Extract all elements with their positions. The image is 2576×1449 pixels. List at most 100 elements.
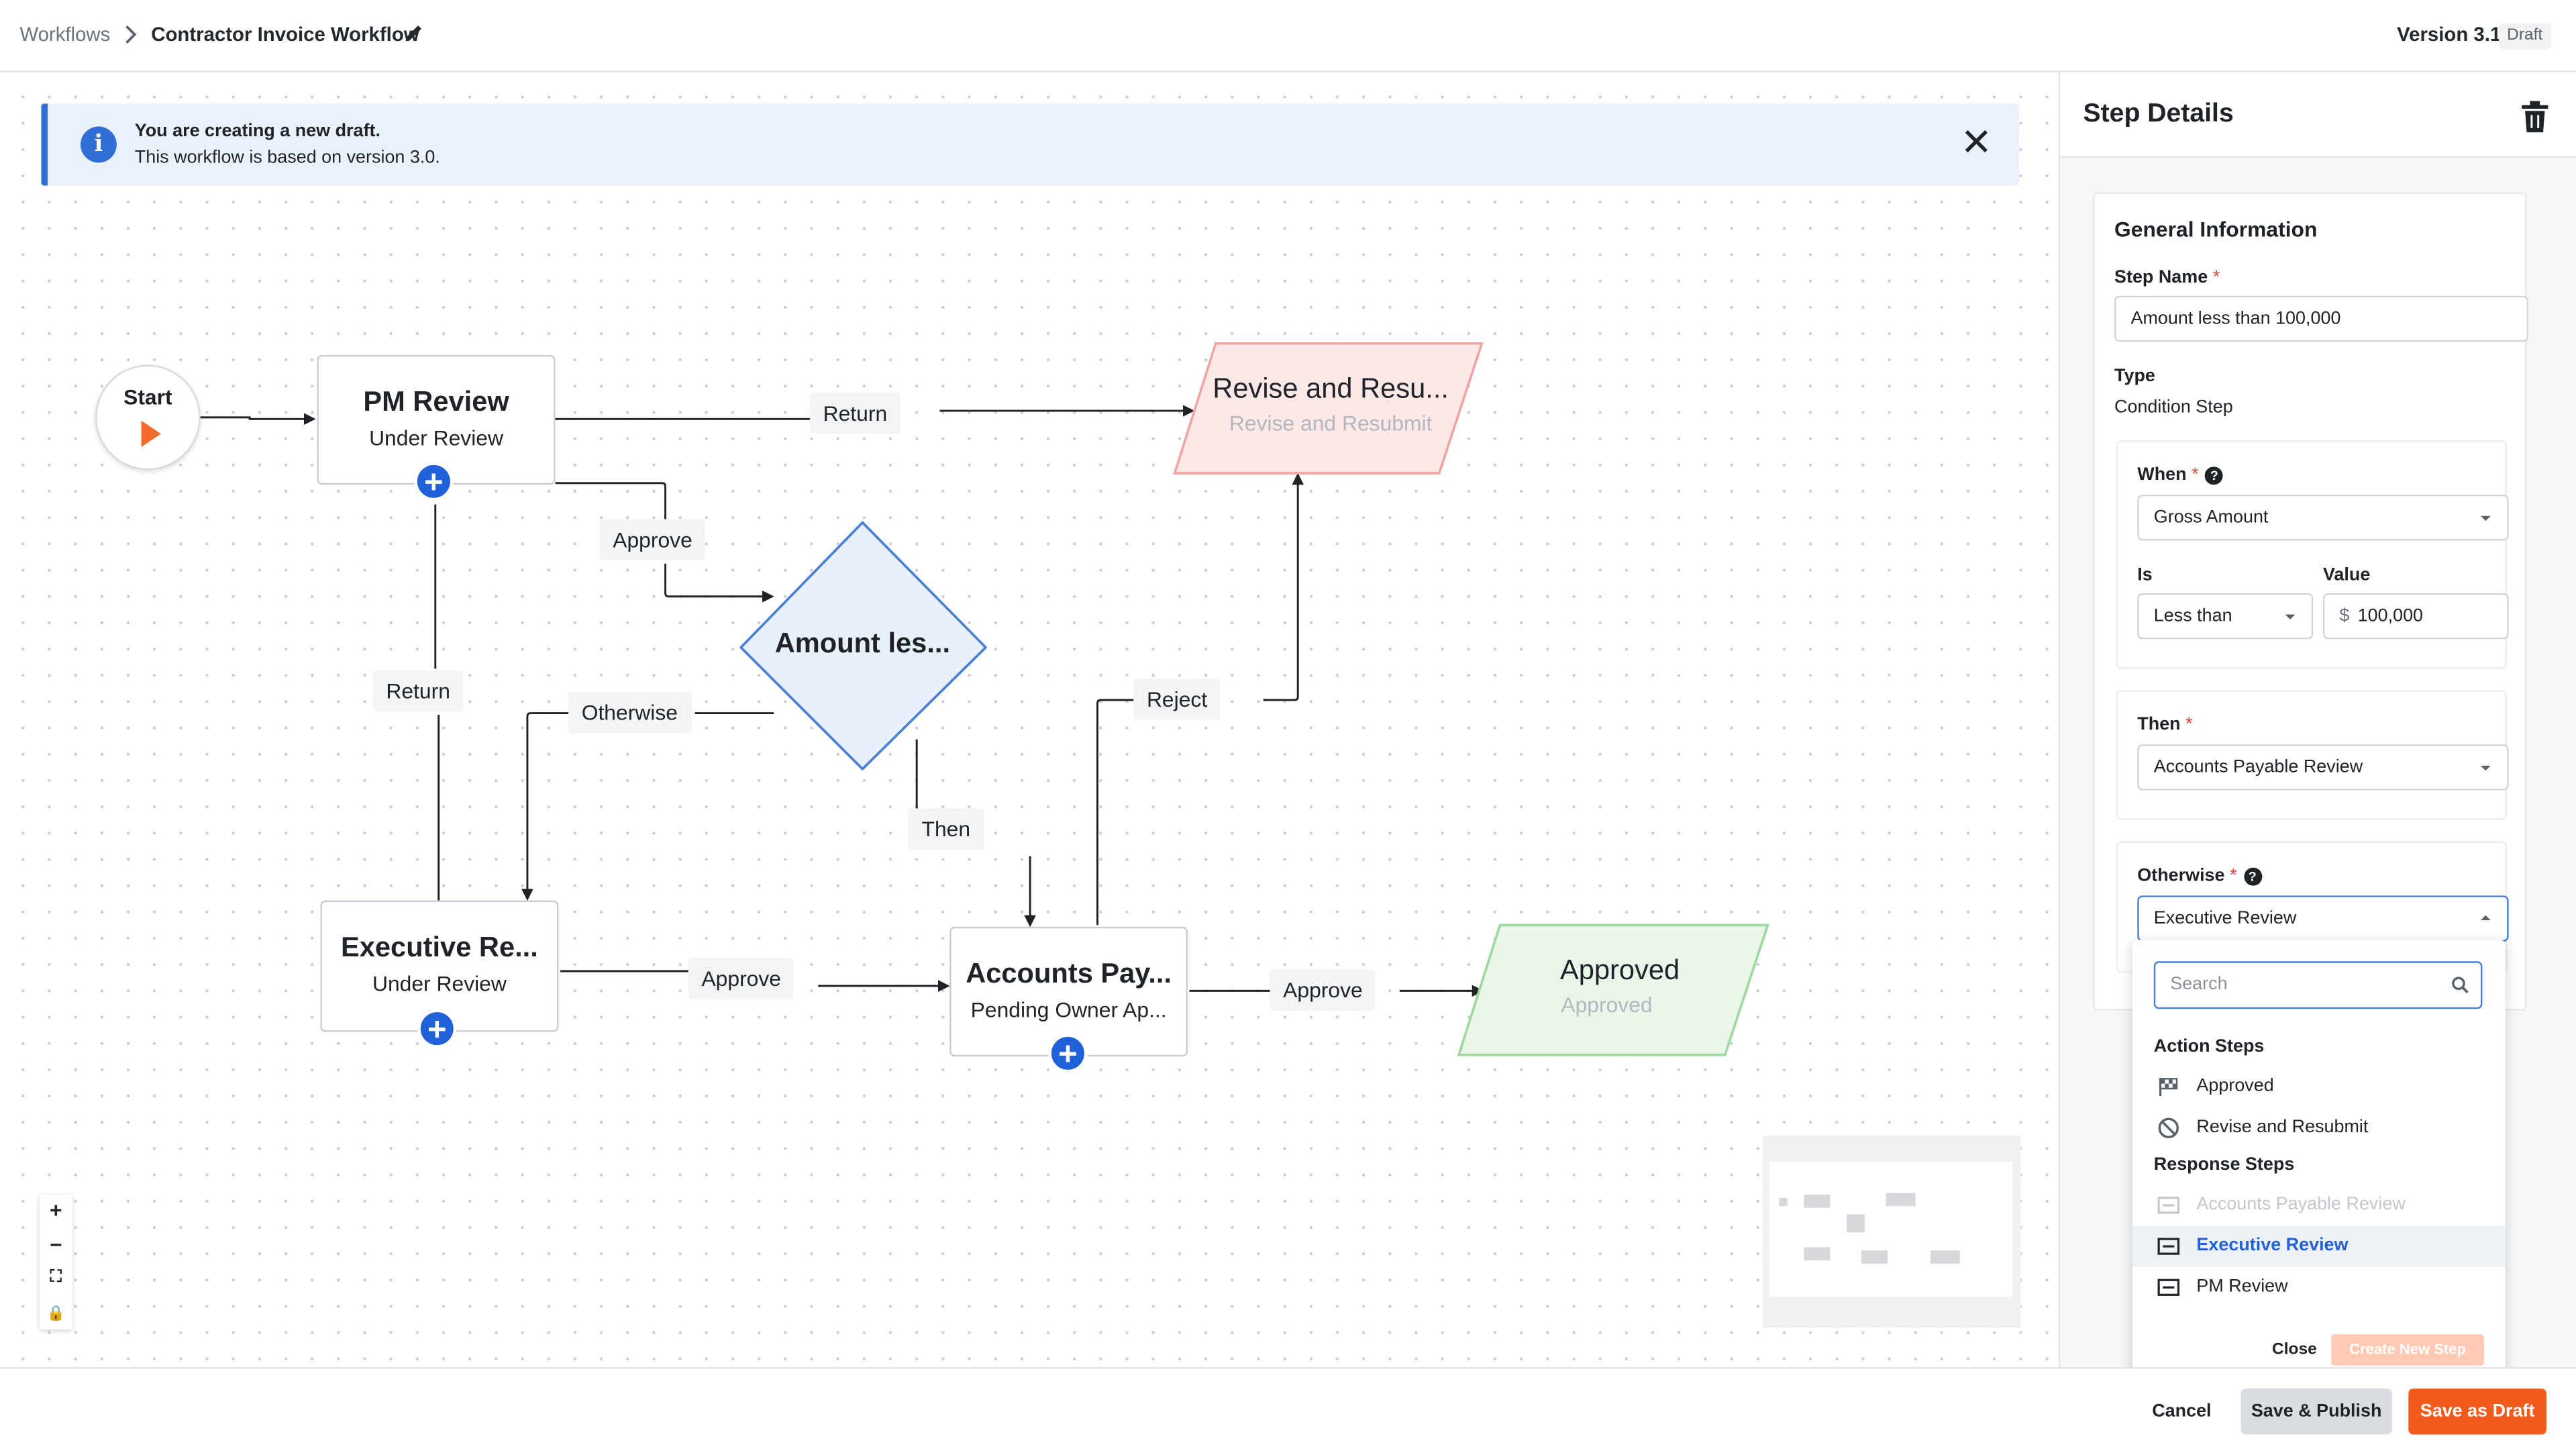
- node-status: Under Review: [369, 426, 503, 450]
- label-text: Step Name: [2114, 268, 2208, 288]
- pencil-icon[interactable]: [404, 23, 423, 42]
- node-title: PM Review: [363, 386, 509, 417]
- type-value: Condition Step: [2114, 397, 2233, 417]
- currency-prefix: $: [2339, 606, 2350, 626]
- chevron-right-icon: [125, 25, 137, 44]
- dropdown-search-input[interactable]: Search: [2153, 961, 2483, 1009]
- value-input[interactable]: $100,000: [2322, 593, 2509, 640]
- label-text: When: [2137, 464, 2187, 485]
- card-icon: [2157, 1238, 2180, 1255]
- flag-icon: [2159, 1078, 2178, 1097]
- panel-header: Step Details: [2060, 72, 2576, 158]
- add-step-plus-icon[interactable]: +: [417, 1009, 457, 1049]
- add-step-plus-icon[interactable]: +: [413, 461, 454, 501]
- required-mark: *: [2185, 715, 2193, 735]
- start-label: Start: [123, 384, 172, 409]
- step-name-input[interactable]: Amount less than 100,000: [2114, 295, 2528, 342]
- option-label: Approved: [2196, 1076, 2274, 1097]
- node-title: Approved: [1559, 954, 1680, 987]
- lock-icon[interactable]: 🔒: [40, 1296, 72, 1330]
- minimap-node: [1804, 1247, 1831, 1260]
- minimap-viewport: [1769, 1161, 2013, 1297]
- help-icon[interactable]: ?: [2243, 867, 2262, 886]
- input-value: 100,000: [2357, 606, 2424, 626]
- save-and-publish-button[interactable]: Save & Publish: [2240, 1388, 2392, 1435]
- edge-layer: [200, 342, 1769, 1056]
- minimap-node: [1779, 1197, 1788, 1207]
- add-step-plus-icon[interactable]: +: [1048, 1034, 1088, 1073]
- search-placeholder: Search: [2170, 974, 2228, 995]
- required-mark: *: [2192, 464, 2199, 485]
- option-executive-review[interactable]: Executive Review: [2132, 1226, 2506, 1267]
- help-icon[interactable]: ?: [2205, 466, 2224, 485]
- required-mark: *: [2230, 866, 2237, 886]
- create-new-step-button[interactable]: Create New Step: [2331, 1334, 2484, 1366]
- play-icon: [141, 420, 161, 447]
- select-value: Executive Review: [2153, 908, 2297, 929]
- edge-label-approve[interactable]: Approve: [599, 519, 706, 560]
- trash-icon[interactable]: [2520, 100, 2550, 133]
- value-label: Value: [2322, 565, 2371, 585]
- otherwise-dropdown-menu: Search Action Steps Approved Revise and …: [2132, 940, 2506, 1381]
- general-information-card: General Information Step Name * Amount l…: [2093, 192, 2528, 1011]
- info-icon: i: [80, 126, 117, 163]
- otherwise-select[interactable]: Executive Review: [2137, 895, 2509, 942]
- is-select[interactable]: Less than: [2137, 593, 2314, 640]
- node-title: Amount les...: [774, 628, 951, 659]
- condition-node[interactable]: Amount les...: [748, 628, 978, 660]
- zoom-out-icon[interactable]: −: [40, 1228, 72, 1262]
- edge-label-reject[interactable]: Reject: [1133, 679, 1221, 720]
- edge-label-return[interactable]: Return: [372, 670, 464, 712]
- option-label: PM Review: [2196, 1277, 2288, 1297]
- version-label: Version 3.1: [2397, 23, 2502, 46]
- workflow-canvas[interactable]: i You are creating a new draft. This wor…: [0, 74, 2059, 1368]
- node-title: Accounts Pay...: [966, 958, 1172, 989]
- close-icon[interactable]: [1963, 128, 1990, 154]
- then-select[interactable]: Accounts Payable Review: [2137, 744, 2509, 791]
- chevron-down-icon: [2285, 614, 2296, 620]
- workflow-name: Contractor Invoice Workflow: [151, 23, 419, 46]
- step-name-label: Step Name *: [2114, 268, 2220, 287]
- chevron-up-icon: [2480, 915, 2491, 921]
- label-text: Otherwise: [2137, 866, 2225, 886]
- option-approved[interactable]: Approved: [2132, 1066, 2506, 1107]
- dropdown-close-button[interactable]: Close: [2272, 1341, 2317, 1359]
- when-select[interactable]: Gross Amount: [2137, 494, 2509, 541]
- approved-node[interactable]: Approved Approved: [1476, 954, 1765, 1017]
- fit-view-icon[interactable]: ⛶: [40, 1262, 72, 1295]
- start-node[interactable]: Start: [95, 364, 201, 470]
- cancel-button[interactable]: Cancel: [2132, 1390, 2231, 1433]
- chevron-down-icon: [2480, 515, 2491, 521]
- otherwise-label: Otherwise *?: [2137, 866, 2262, 886]
- banner-title: You are creating a new draft.: [134, 121, 380, 142]
- minimap-node: [1804, 1194, 1831, 1208]
- edge-label-approve[interactable]: Approve: [1270, 969, 1376, 1011]
- option-pm-review[interactable]: PM Review: [2132, 1267, 2506, 1308]
- label-text: Then: [2137, 715, 2181, 735]
- option-label: Revise and Resubmit: [2196, 1117, 2369, 1138]
- option-accounts-payable-review: Accounts Payable Review: [2132, 1185, 2506, 1226]
- breadcrumb-workflows-link[interactable]: Workflows: [19, 23, 110, 46]
- status-badge: Draft: [2498, 23, 2551, 50]
- select-value: Less than: [2153, 606, 2232, 626]
- edge-label-return[interactable]: Return: [810, 393, 900, 434]
- card-icon: [2157, 1279, 2180, 1296]
- minimap[interactable]: [1763, 1135, 2021, 1328]
- zoom-in-icon[interactable]: +: [40, 1195, 72, 1228]
- card-icon: [2157, 1197, 2180, 1214]
- option-revise-and-resubmit[interactable]: Revise and Resubmit: [2132, 1107, 2506, 1148]
- is-label: Is: [2137, 565, 2153, 585]
- select-value: Accounts Payable Review: [2153, 757, 2363, 778]
- revise-node[interactable]: Revise and Resu... Revise and Resubmit: [1183, 373, 1479, 436]
- save-as-draft-button[interactable]: Save as Draft: [2408, 1388, 2546, 1435]
- minimap-node: [1861, 1250, 1888, 1264]
- edge-label-approve[interactable]: Approve: [688, 958, 794, 999]
- panel-title: Step Details: [2083, 100, 2234, 128]
- node-title: Executive Re...: [340, 932, 538, 963]
- banner-subtitle: This workflow is based on version 3.0.: [134, 148, 440, 168]
- edge-label-otherwise[interactable]: Otherwise: [568, 691, 691, 733]
- node-status: Pending Owner Ap...: [970, 997, 1167, 1022]
- edge-label-then[interactable]: Then: [908, 808, 984, 850]
- node-status: Approved: [1561, 992, 1653, 1017]
- group-action-steps: Action Steps: [2153, 1036, 2265, 1057]
